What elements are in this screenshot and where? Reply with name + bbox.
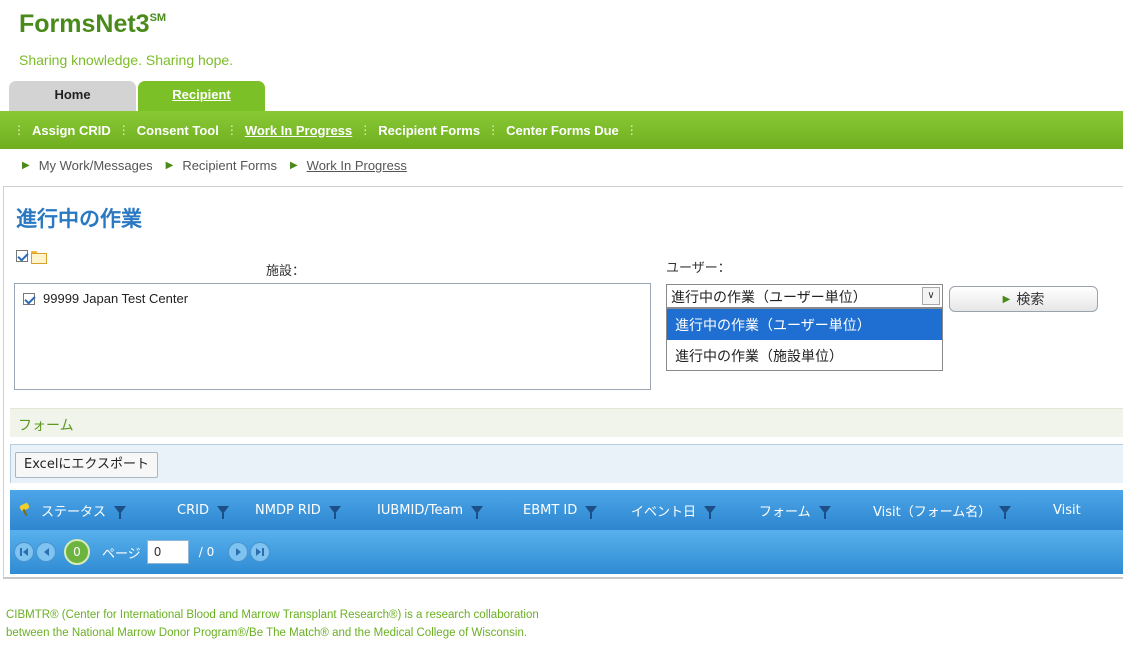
user-scope-select[interactable]: 進行中の作業（ユーザー単位） ∨ [666, 284, 943, 308]
column-header-nmdp-rid[interactable]: NMDP RID [246, 490, 368, 530]
chevron-down-icon[interactable]: ∨ [922, 287, 940, 305]
column-header-event-date[interactable]: イベント日 [622, 490, 750, 530]
search-button-label: 検索 [1016, 292, 1045, 308]
breadcrumb-arrow-icon: ▶ [22, 160, 30, 171]
nav-separator: ⋮ [487, 123, 500, 137]
breadcrumb-arrow-icon: ▶ [289, 160, 298, 171]
page-total: / 0 [198, 545, 215, 559]
nav-item-consent-tool[interactable]: Consent Tool [137, 123, 219, 138]
forms-section-title: フォーム [18, 418, 74, 434]
user-scope-dropdown: 進行中の作業（ユーザー単位） 進行中の作業（施設単位） [666, 308, 943, 371]
breadcrumb-work-in-progress[interactable]: Work In Progress [307, 158, 407, 173]
filter-icon[interactable] [999, 506, 1012, 519]
footer-line-1: CIBMTR® (Center for International Blood … [6, 609, 539, 621]
column-header-visit[interactable]: Visit [1044, 490, 1104, 530]
tab-home[interactable]: Home [9, 81, 136, 113]
current-page-badge: 0 [64, 539, 90, 565]
filter-icon[interactable] [818, 506, 831, 519]
folder-icon[interactable] [31, 250, 47, 264]
export-excel-button[interactable]: Excelにエクスポート [15, 452, 159, 478]
app-logo-title: FormsNet3SM [19, 10, 167, 38]
dropdown-option-facility-scope[interactable]: 進行中の作業（施設単位） [667, 340, 942, 371]
page-title: 進行中の作業 [16, 207, 142, 231]
nav-item-center-forms-due[interactable]: Center Forms Due [506, 123, 619, 138]
footer-line-2: between the National Marrow Donor Progra… [6, 627, 528, 639]
user-label: ユーザー： [666, 261, 731, 276]
sub-navigation-bar: ⋮ Assign CRID ⋮ Consent Tool ⋮ Work In P… [0, 111, 1123, 149]
previous-page-icon[interactable] [36, 542, 56, 562]
column-header-status[interactable]: ステータス [32, 490, 168, 530]
select-all-checkbox[interactable] [16, 250, 28, 262]
nav-item-recipient-forms[interactable]: Recipient Forms [378, 123, 480, 138]
breadcrumb-my-work[interactable]: My Work/Messages [39, 158, 153, 173]
breadcrumb-arrow-icon: ▶ [165, 160, 174, 171]
facility-item-label: 99999 Japan Test Center [43, 291, 189, 306]
pin-icon[interactable] [18, 503, 32, 517]
nav-separator: ⋮ [625, 123, 638, 137]
filter-icon[interactable] [216, 506, 229, 519]
filter-icon[interactable] [114, 506, 127, 519]
grid-toolbar: Excelにエクスポート [10, 444, 1123, 483]
grid-header: ステータス CRID NMDP RID IUBMID/Team EBMT ID … [10, 490, 1123, 530]
nav-separator: ⋮ [117, 123, 130, 137]
column-header-visit-form-name[interactable]: Visit（フォーム名） [864, 490, 1044, 530]
next-page-icon[interactable] [228, 542, 249, 562]
dropdown-option-user-scope[interactable]: 進行中の作業（ユーザー単位） [667, 309, 942, 340]
nav-separator: ⋮ [13, 123, 25, 137]
nav-item-assign-crid[interactable]: Assign CRID [32, 123, 111, 138]
nav-separator: ⋮ [225, 123, 238, 137]
facility-listbox[interactable]: 99999 Japan Test Center [14, 283, 651, 390]
filter-icon[interactable] [471, 506, 484, 519]
grid-pager: 0 ページ 0 / 0 [10, 530, 1123, 574]
facility-checkbox[interactable] [23, 292, 35, 305]
forms-section-header: フォーム [10, 408, 1123, 437]
breadcrumb: ▶ My Work/Messages ▶ Recipient Forms ▶ W… [22, 158, 420, 173]
page-number-input[interactable]: 0 [146, 540, 189, 564]
filter-icon[interactable] [704, 506, 717, 519]
facility-item[interactable]: 99999 Japan Test Center [23, 291, 188, 306]
nav-separator: ⋮ [359, 123, 372, 137]
column-header-crid[interactable]: CRID [168, 490, 246, 530]
filter-icon[interactable] [328, 506, 341, 519]
search-button[interactable]: ▶ 検索 [949, 286, 1098, 312]
first-page-icon[interactable] [14, 542, 34, 562]
tagline: Sharing knowledge. Sharing hope. [19, 52, 234, 68]
user-scope-select-value: 進行中の作業（ユーザー単位） [671, 290, 867, 306]
select-all-control [16, 250, 47, 264]
filter-icon[interactable] [585, 506, 598, 519]
facility-label: 施設： [266, 264, 306, 279]
play-icon: ▶ [1002, 293, 1011, 305]
page-label: ページ [102, 546, 141, 562]
footer-text: CIBMTR® (Center for International Blood … [6, 606, 539, 642]
service-mark: SM [149, 12, 167, 24]
column-header-iubmid-team[interactable]: IUBMID/Team [368, 490, 514, 530]
column-header-ebmt-id[interactable]: EBMT ID [514, 490, 622, 530]
column-header-form[interactable]: フォーム [750, 490, 864, 530]
last-page-icon[interactable] [250, 542, 271, 562]
nav-item-work-in-progress[interactable]: Work In Progress [245, 123, 352, 138]
breadcrumb-recipient-forms[interactable]: Recipient Forms [182, 158, 277, 173]
tab-recipient[interactable]: Recipient [138, 81, 265, 113]
